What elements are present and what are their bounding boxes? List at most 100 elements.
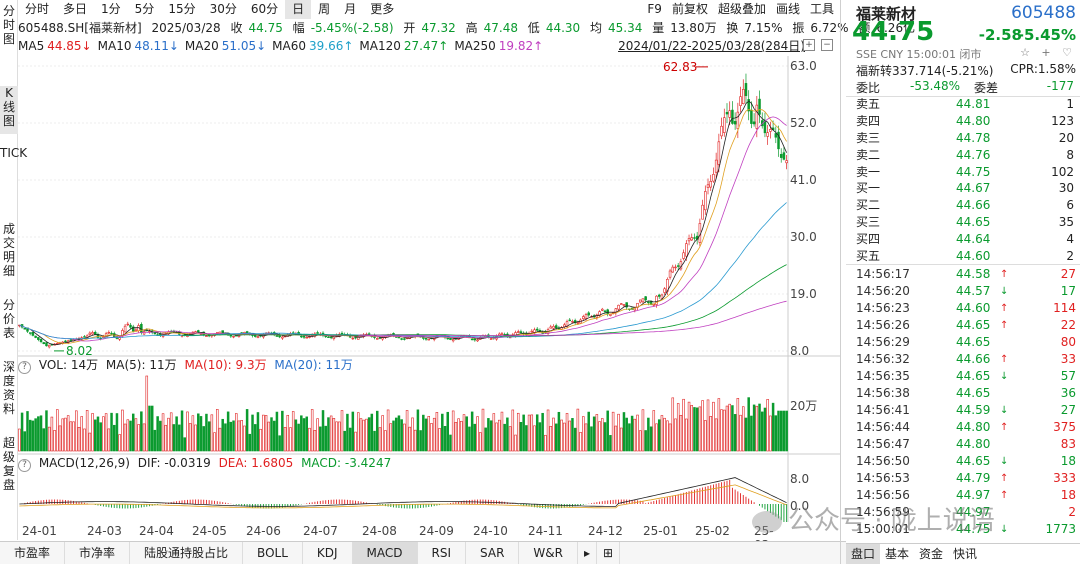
volume-bar [123, 423, 127, 452]
indicator-tab-5[interactable]: MACD [352, 542, 418, 564]
indicator-tab-2[interactable]: 陆股通持股占比 [130, 542, 244, 564]
right-tab-0[interactable]: 盘口 [846, 544, 881, 564]
indicator-tab-8[interactable]: W&R [519, 542, 578, 564]
volume-bar [736, 398, 740, 452]
bid-row[interactable]: 买四 44.64 4 [856, 231, 1076, 248]
volume-bar [150, 405, 154, 452]
period-tab-3[interactable]: 5分 [128, 0, 162, 19]
volume-bar [487, 418, 490, 452]
volume-bar [262, 414, 265, 452]
period-tab-2[interactable]: 1分 [94, 0, 128, 19]
quote-panel: 福莱新材 605488 44.75 -2.58 -5.45% SSE CNY 1… [846, 0, 1080, 564]
side-tab-replay[interactable]: 超级复盘 [0, 436, 18, 498]
indicator-tab-3[interactable]: BOLL [243, 542, 303, 564]
overlay-button[interactable]: 超级叠加 [718, 0, 766, 19]
bid-row[interactable]: 买一 44.67 30 [856, 180, 1076, 197]
zoom-in-icon[interactable]: + [803, 39, 815, 51]
volume-bar [397, 415, 401, 452]
date-range[interactable]: 2024/01/22-2025/03/28(284日) [618, 37, 805, 56]
volume-value: 13.80万 [670, 21, 717, 35]
indicator-tab-0[interactable]: 市盈率 [0, 542, 66, 564]
volume-bar [224, 423, 227, 452]
volume-bar [758, 403, 761, 452]
candle-body [256, 336, 260, 339]
bid-row[interactable]: 买三 44.65 35 [856, 214, 1076, 231]
ask-row[interactable]: 卖五 44.81 1 [856, 96, 1076, 113]
f9-button[interactable]: F9 [647, 0, 662, 19]
indicator-tab-7[interactable]: SAR [466, 542, 520, 564]
candle-body [685, 243, 688, 257]
period-tab-9[interactable]: 月 [337, 0, 363, 19]
close-value: 44.75 [248, 21, 283, 35]
volume-bar [728, 403, 731, 452]
ask-row[interactable]: 卖三 44.78 20 [856, 130, 1076, 147]
bid-row[interactable]: 买五 44.60 2 [856, 248, 1076, 265]
volume-bar [657, 419, 661, 452]
add-indicator-icon[interactable]: ⊞ [597, 542, 621, 564]
volume-bar [297, 423, 300, 452]
bid-row[interactable]: 买二 44.66 6 [856, 197, 1076, 214]
volume-bar [26, 411, 29, 452]
volume-bar [316, 418, 319, 452]
right-tab-2[interactable]: 资金 [914, 544, 948, 564]
kline-chart[interactable]: 63.052.041.030.019.08.020万8.00.062.838.0… [18, 56, 840, 522]
period-tab-10[interactable]: 更多 [363, 0, 401, 19]
side-tab-depth[interactable]: 深度资料 [0, 360, 18, 422]
volume-bar [552, 417, 555, 452]
candle-body [758, 98, 761, 115]
ask-row[interactable]: 卖四 44.80 123 [856, 113, 1076, 130]
volume-bar [587, 411, 590, 452]
volume-bar [701, 400, 704, 452]
help-icon[interactable]: ? [18, 361, 31, 374]
side-tab-trade-detail[interactable]: 成交明细 [0, 222, 18, 284]
right-tab-1[interactable]: 基本 [880, 544, 914, 564]
volume-bar [676, 403, 680, 452]
quote-info-line: 605488.SH[福莱新材] 2025/03/28 收 44.75 幅 -5.45… [18, 21, 916, 35]
volume-bar [479, 432, 482, 452]
convertible-bond[interactable]: 福新转337.714(-5.21%) [856, 62, 993, 79]
volume-bar [638, 430, 642, 452]
right-tabs: 盘口 基本 资金 快讯 [846, 543, 1080, 564]
price-axis-label: 52.0 [790, 116, 817, 130]
volume-bar [61, 418, 64, 452]
volume-bar [216, 409, 219, 452]
period-tab-0[interactable]: 分时 [18, 0, 56, 19]
watchlist-icons[interactable]: ☆ + ♡ [1020, 46, 1076, 59]
volume-bar [752, 404, 756, 452]
candle-body [709, 181, 712, 188]
candle-body [620, 303, 623, 305]
volume-bar [663, 417, 666, 452]
period-tab-1[interactable]: 多日 [56, 0, 94, 19]
side-tab-kline[interactable]: K线图 [0, 86, 18, 134]
side-tab-price-table[interactable]: 分价表 [0, 298, 18, 346]
date-tick-7: 24-09 [419, 524, 454, 538]
indicator-tab-6[interactable]: RSI [418, 542, 467, 564]
volume-bar [140, 411, 143, 452]
draw-button[interactable]: 画线 [776, 0, 800, 19]
price-axis-label: 41.0 [790, 173, 817, 187]
side-tab-tick[interactable]: TICK [0, 146, 27, 208]
indicator-tab-4[interactable]: KDJ [303, 542, 353, 564]
period-tab-8[interactable]: 周 [311, 0, 337, 19]
date-tick-8: 24-10 [473, 524, 508, 538]
ma-item-5: MA250 19.82↑ [454, 39, 544, 53]
zoom-out-icon[interactable]: − [821, 39, 833, 51]
ma-item-4: MA120 27.47↑ [359, 39, 449, 53]
volume-bar [210, 414, 214, 452]
period-tab-6[interactable]: 60分 [244, 0, 285, 19]
adjust-button[interactable]: 前复权 [672, 0, 708, 19]
ask-row[interactable]: 卖一 44.75 102 [856, 164, 1076, 181]
help-icon[interactable]: ? [18, 459, 31, 472]
ma-item-3: MA60 39.66↑ [272, 39, 354, 53]
scroll-right-icon[interactable]: ▸ [578, 542, 598, 564]
right-tab-3[interactable]: 快讯 [948, 544, 982, 564]
period-tab-5[interactable]: 30分 [203, 0, 244, 19]
candle-body [606, 309, 609, 315]
ask-row[interactable]: 卖二 44.76 8 [856, 147, 1076, 164]
volume-bar [633, 418, 637, 452]
indicator-tab-1[interactable]: 市净率 [65, 542, 131, 564]
period-tab-7[interactable]: 日 [285, 0, 312, 19]
period-tab-4[interactable]: 15分 [161, 0, 202, 19]
side-tab-timeshare[interactable]: 分时图 [0, 4, 18, 48]
tools-button[interactable]: 工具 [810, 0, 834, 19]
